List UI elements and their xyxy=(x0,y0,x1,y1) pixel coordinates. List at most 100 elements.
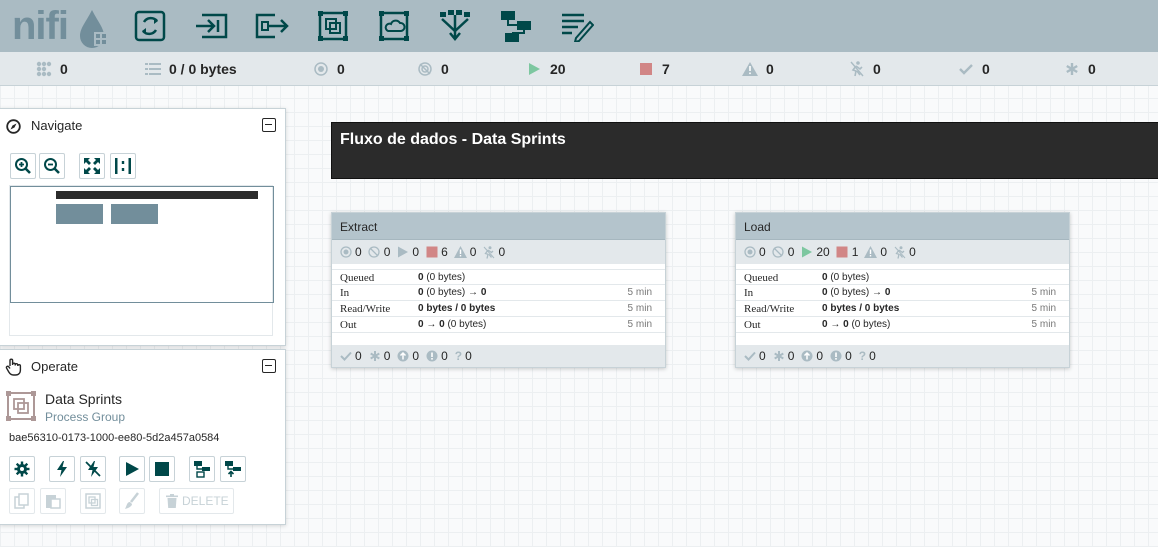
stop-button[interactable] xyxy=(149,456,175,482)
process-group-icon xyxy=(318,11,348,41)
add-funnel-button[interactable] xyxy=(437,8,473,44)
birdseye-group-load xyxy=(111,204,158,224)
enable-button[interactable] xyxy=(49,456,75,482)
add-processor-button[interactable] xyxy=(132,8,168,44)
disable-button[interactable] xyxy=(80,456,106,482)
sync-failure-count: 0 xyxy=(845,349,852,363)
out-value: 0 → 0 xyxy=(822,319,849,330)
transmitting-icon xyxy=(313,61,329,77)
delete-button[interactable]: DELETE xyxy=(159,488,234,514)
invalid-count: 0 xyxy=(880,245,888,259)
queued-value: 0 / 0 bytes xyxy=(169,61,237,77)
process-group-header: Extract xyxy=(332,213,665,240)
cluster-count: 0 xyxy=(60,61,68,77)
in-value: 0 xyxy=(418,287,424,298)
disabled-icon xyxy=(893,245,906,259)
navigate-title: Navigate xyxy=(31,118,83,133)
add-template-button[interactable] xyxy=(498,8,534,44)
logo-text: nifi xyxy=(12,4,69,48)
operate-collapse-button[interactable] xyxy=(262,359,276,373)
add-output-port-button[interactable] xyxy=(254,8,290,44)
disabled-icon xyxy=(849,61,865,77)
change-color-button[interactable] xyxy=(119,488,145,514)
input-port-icon xyxy=(196,13,228,39)
play-icon xyxy=(396,246,409,259)
hand-pointer-icon xyxy=(5,358,22,376)
stale-count: 0 xyxy=(412,349,420,363)
stale-count: 0 xyxy=(816,349,824,363)
upload-template-button[interactable] xyxy=(220,456,246,482)
zoom-out-icon xyxy=(44,158,60,174)
canvas-label[interactable]: Fluxo de dados - Data Sprints xyxy=(331,122,1158,179)
add-remote-process-group-button[interactable] xyxy=(376,8,412,44)
up-to-date-status: 0 xyxy=(958,52,990,86)
transmitting-count: 0 xyxy=(337,61,345,77)
asterisk-icon xyxy=(369,351,380,361)
stats-row-in: In 0 (0 bytes) → 0 5 min xyxy=(736,285,1069,301)
queue-list-icon xyxy=(145,61,161,77)
stopped-status: 7 xyxy=(638,52,670,86)
in-time: 5 min xyxy=(1031,287,1056,298)
gear-icon xyxy=(14,461,30,477)
stopped-count: 7 xyxy=(662,61,670,77)
birdseye-label xyxy=(56,191,258,199)
invalid-status: 0 xyxy=(742,52,774,86)
read-write-value: 0 bytes / 0 bytes xyxy=(822,303,900,314)
birdseye-view[interactable] xyxy=(9,185,274,336)
read-write-time: 5 min xyxy=(627,303,652,314)
nifi-logo[interactable]: nifi xyxy=(12,4,112,48)
not-transmitting-count: 0 xyxy=(383,245,391,259)
play-icon xyxy=(526,61,542,77)
paste-button[interactable] xyxy=(40,488,66,514)
out-label: Out xyxy=(340,319,357,331)
group-button[interactable] xyxy=(80,488,106,514)
out-extra: (0 bytes) xyxy=(851,319,891,330)
in-value: 0 xyxy=(822,287,828,298)
actual-size-button[interactable] xyxy=(110,153,136,179)
out-label: Out xyxy=(744,319,761,331)
zoom-in-button[interactable] xyxy=(10,153,36,179)
stop-icon xyxy=(155,462,169,476)
paste-icon xyxy=(46,495,61,509)
play-icon xyxy=(126,462,139,476)
process-group-counts: 0 0 0 6 0 0 xyxy=(332,240,665,264)
stats-row-read-write: Read/Write 0 bytes / 0 bytes 5 min xyxy=(736,301,1069,317)
zoom-out-button[interactable] xyxy=(39,153,65,179)
add-input-port-button[interactable] xyxy=(193,8,229,44)
not-transmitting-icon xyxy=(417,61,433,77)
stop-icon xyxy=(836,246,849,259)
warning-icon xyxy=(453,246,467,259)
up-to-date-count: 0 xyxy=(759,349,766,363)
navigate-panel: Navigate xyxy=(0,108,286,346)
process-group-load[interactable]: Load 0 0 20 1 0 0 Queued 0 (0 bytes) In … xyxy=(735,212,1070,368)
operate-panel: Operate Data Sprints Process Group bae56… xyxy=(0,349,286,525)
stopped-count: 1 xyxy=(851,245,859,259)
stats-row-queued: Queued 0 (0 bytes) xyxy=(736,269,1069,285)
component-name: Data Sprints xyxy=(45,391,123,407)
up-to-date-count: 0 xyxy=(982,61,990,77)
add-process-group-button[interactable] xyxy=(315,8,351,44)
paint-brush-icon xyxy=(125,492,139,509)
zoom-fit-button[interactable] xyxy=(79,153,105,179)
process-group-name: Extract xyxy=(340,220,378,234)
copy-button[interactable] xyxy=(9,488,35,514)
in-extra: (0 bytes) → xyxy=(426,287,479,298)
configure-button[interactable] xyxy=(9,456,35,482)
create-template-button[interactable] xyxy=(189,456,215,482)
cluster-status: 0 xyxy=(36,52,68,86)
output-port-icon xyxy=(255,13,289,39)
trash-icon xyxy=(166,494,178,508)
start-button[interactable] xyxy=(119,456,145,482)
delete-label: DELETE xyxy=(182,494,229,508)
disabled-status: 0 xyxy=(849,52,881,86)
transmitting-count: 0 xyxy=(759,245,766,259)
process-group-header: Load xyxy=(736,213,1069,240)
add-label-button[interactable] xyxy=(559,8,595,44)
question-icon: ? xyxy=(454,349,463,363)
process-group-extract[interactable]: Extract 0 0 0 6 0 0 Queued 0 (0 bytes) I… xyxy=(331,212,666,368)
navigate-collapse-button[interactable] xyxy=(262,118,276,132)
process-group-type-icon xyxy=(6,391,36,421)
invalid-count: 0 xyxy=(766,61,774,77)
queued-label: Queued xyxy=(340,272,375,284)
arrow-circle-up-icon xyxy=(801,350,813,362)
